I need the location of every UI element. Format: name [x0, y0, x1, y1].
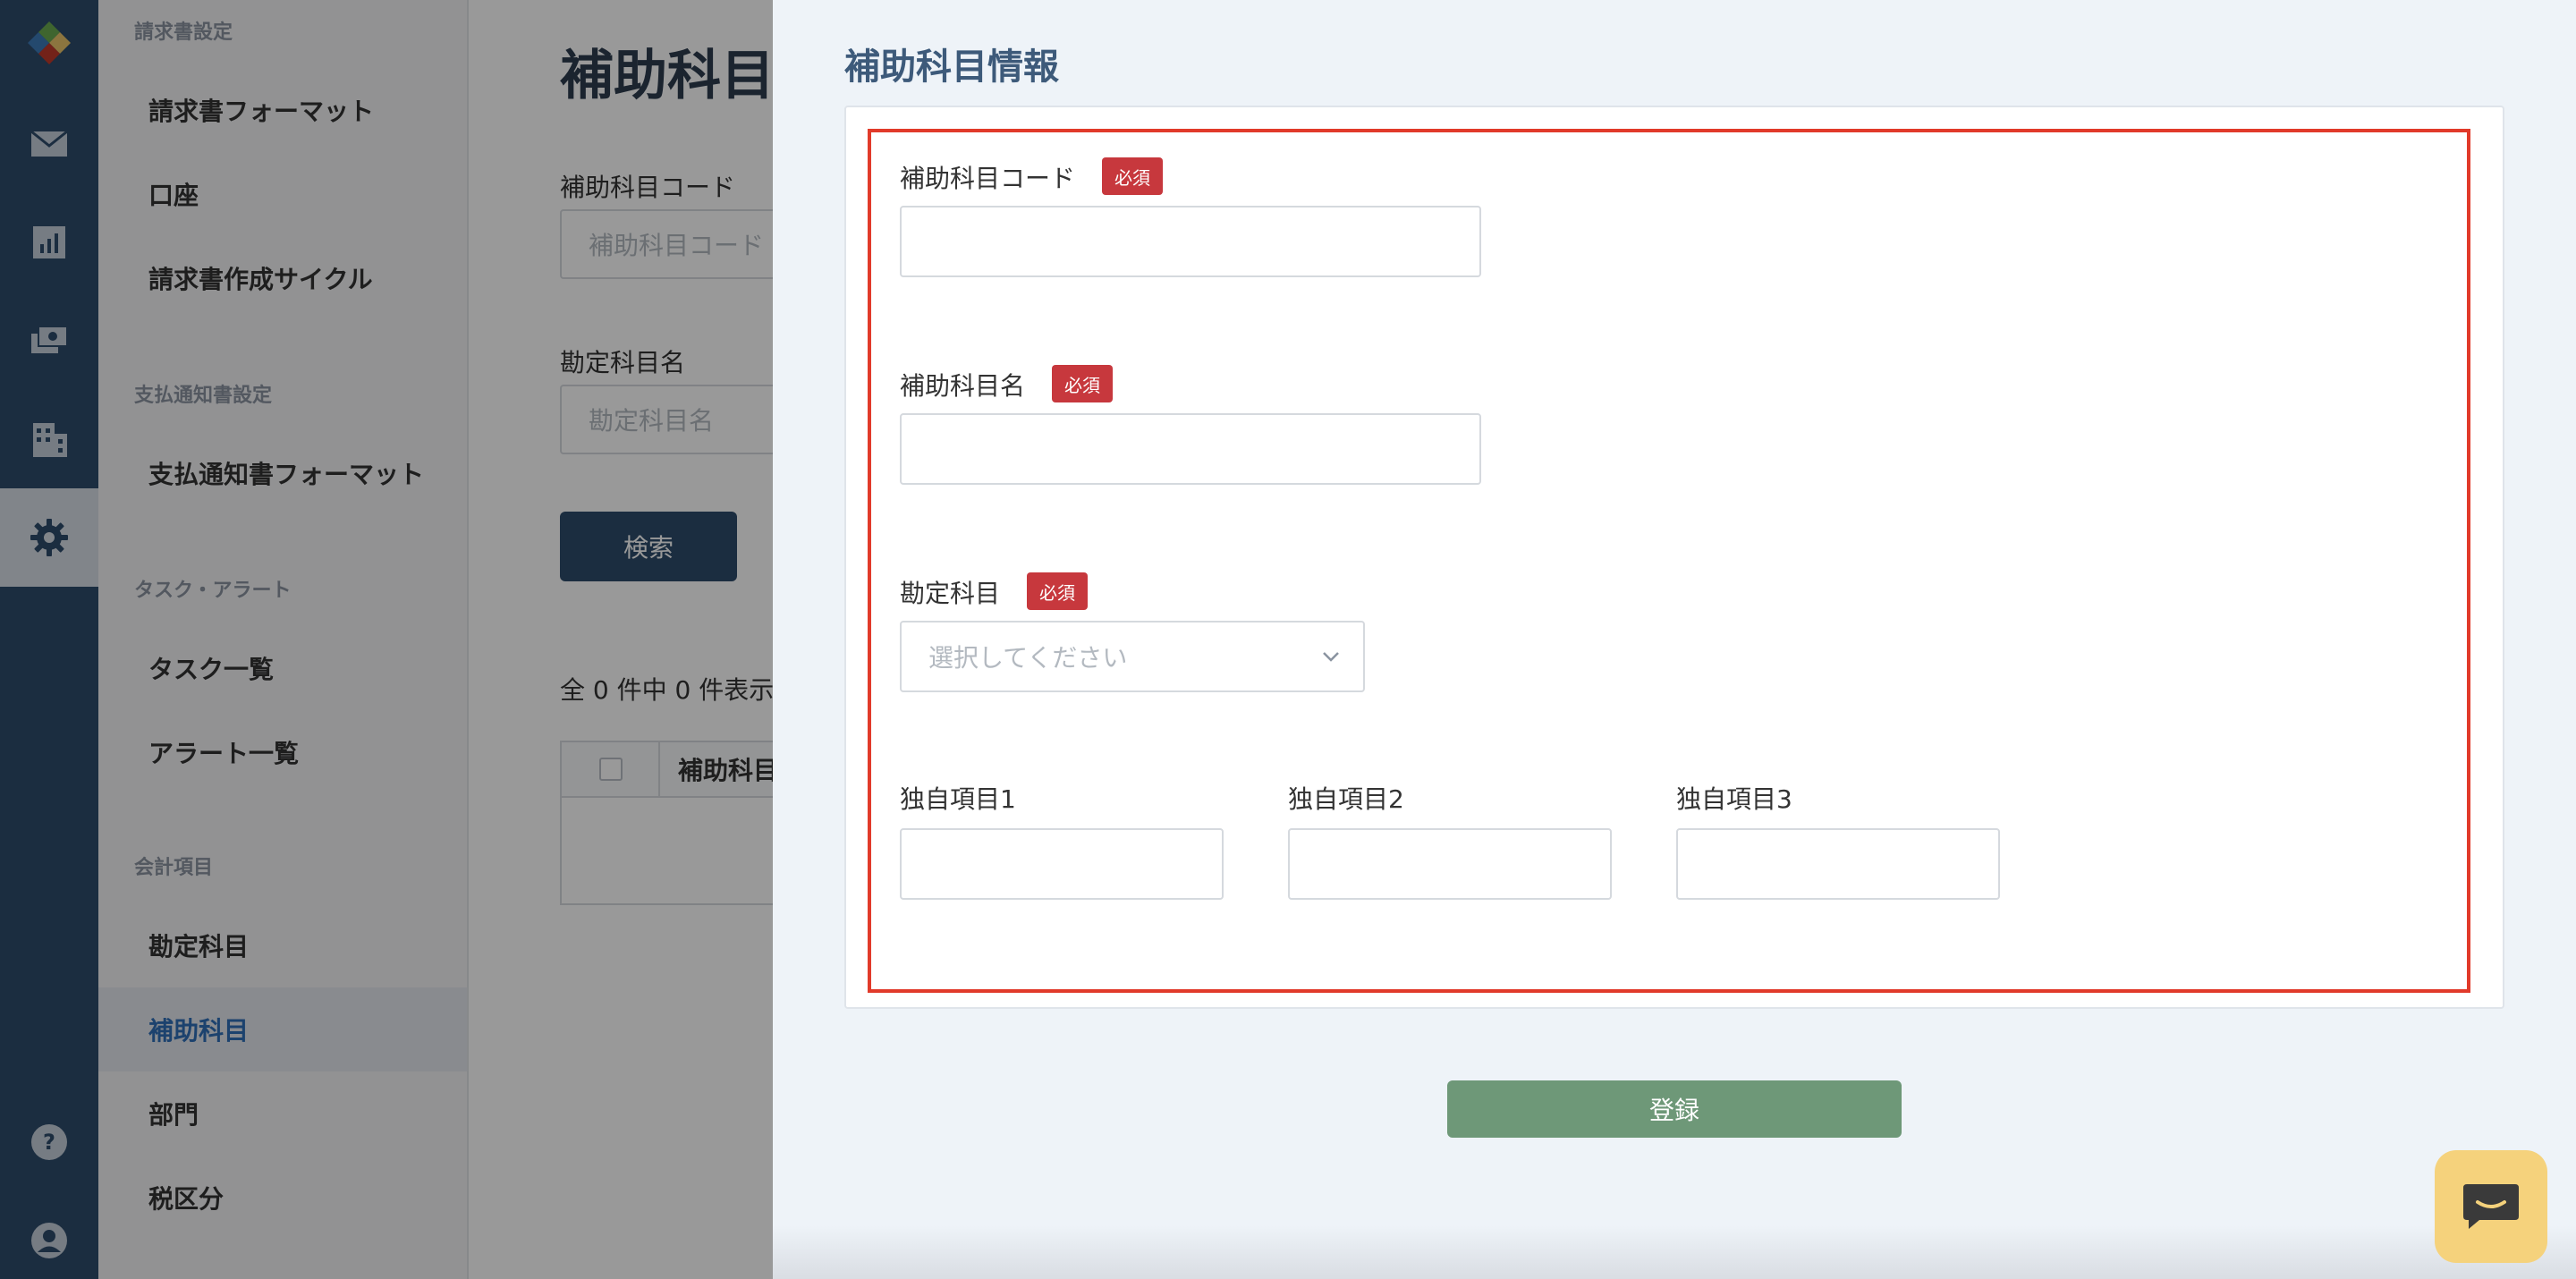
- account-select[interactable]: 選択してください: [900, 621, 1365, 692]
- required-badge: 必須: [1052, 365, 1113, 402]
- custom-field-3-label: 独自項目3: [1676, 784, 1792, 814]
- account-label: 勘定科目: [900, 579, 1001, 608]
- panel-title: 補助科目情報: [844, 47, 1059, 88]
- custom-field-2-label: 独自項目2: [1288, 784, 1404, 814]
- chat-bubble-icon: [2463, 1184, 2519, 1229]
- name-input[interactable]: [900, 413, 1481, 485]
- chat-launcher-button[interactable]: [2435, 1150, 2547, 1263]
- code-input[interactable]: [900, 206, 1481, 277]
- name-label: 補助科目名: [900, 371, 1026, 401]
- code-label: 補助科目コード: [900, 164, 1076, 193]
- custom-field-2-input[interactable]: [1288, 828, 1612, 900]
- register-button[interactable]: 登録: [1447, 1080, 1902, 1138]
- required-badge: 必須: [1102, 157, 1163, 195]
- required-badge: 必須: [1027, 572, 1088, 610]
- sub-account-form-panel: 補助科目情報 補助科目コード 必須 補助科目名 必須 勘定科目 必須 選択してく…: [773, 0, 2576, 1279]
- account-select-placeholder: 選択してください: [928, 643, 1128, 673]
- panel-bottom-shadow: [773, 1225, 2576, 1279]
- custom-field-1-label: 独自項目1: [900, 784, 1016, 814]
- chevron-down-icon: [1323, 652, 1339, 662]
- custom-field-3-input[interactable]: [1676, 828, 2000, 900]
- custom-field-1-input[interactable]: [900, 828, 1224, 900]
